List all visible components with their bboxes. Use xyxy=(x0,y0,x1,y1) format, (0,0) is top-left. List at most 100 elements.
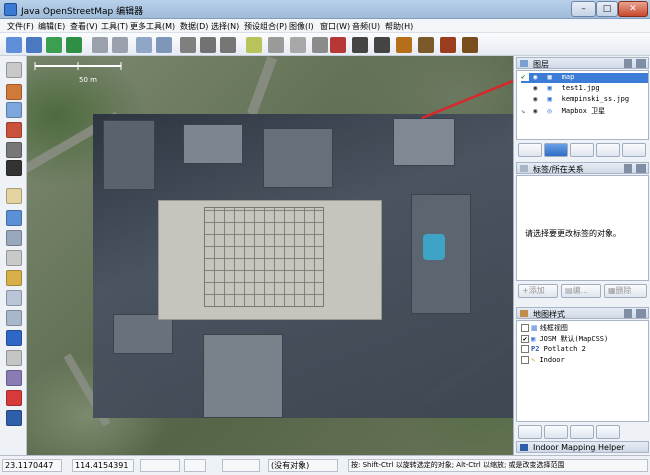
menu-tools[interactable]: 工具(T) xyxy=(101,21,128,32)
minimize-button[interactable]: – xyxy=(571,1,596,17)
layer-row-map[interactable]: ✔ ◉ ▦ map xyxy=(521,73,648,83)
barrier-preset-icon[interactable] xyxy=(290,37,306,53)
combine-way-icon[interactable] xyxy=(200,37,216,53)
validation-icon[interactable] xyxy=(6,330,22,346)
style-row-potlatch[interactable]: P2 Potlatch 2 xyxy=(521,345,648,355)
relation-list-icon[interactable] xyxy=(6,230,22,246)
parking-preset-icon[interactable] xyxy=(330,37,346,53)
user-list-icon[interactable] xyxy=(6,270,22,286)
layer-row-mapbox[interactable]: ↘ ◉ ◎ Mapbox 卫星 xyxy=(521,106,648,116)
menu-file[interactable]: 文件(F) xyxy=(7,21,34,32)
zoom-to-data-icon[interactable] xyxy=(156,37,172,53)
delete-tag-button[interactable]: ▦删除 xyxy=(604,284,647,298)
history-icon[interactable] xyxy=(6,290,22,306)
styles-panel-header[interactable]: 地图样式 xyxy=(516,307,649,319)
upload-icon[interactable] xyxy=(66,37,82,53)
edit-tag-button[interactable]: ▤编... xyxy=(561,284,601,298)
indoor-helper-title: Indoor Mapping Helper xyxy=(533,443,625,452)
selection-list-icon[interactable] xyxy=(6,250,22,266)
restaurant-preset-icon[interactable] xyxy=(418,37,434,53)
indoor-helper-icon[interactable] xyxy=(6,410,22,426)
maximize-button[interactable]: □ xyxy=(596,1,618,17)
menu-edit[interactable]: 编辑(E) xyxy=(38,21,65,32)
split-way-icon[interactable] xyxy=(180,37,196,53)
add-tag-button[interactable]: +添加 xyxy=(518,284,558,298)
style-row-josm-default[interactable]: ✔ ▣ JOSM 默认(MapCSS) xyxy=(521,334,648,344)
warning-preset-icon[interactable] xyxy=(396,37,412,53)
railway-preset-icon[interactable] xyxy=(312,37,328,53)
style-down-icon[interactable] xyxy=(570,425,594,439)
delete-layer-icon[interactable] xyxy=(622,143,646,157)
new-layer-icon[interactable] xyxy=(6,37,22,53)
active-layer-check-icon[interactable]: ✔ xyxy=(521,73,529,81)
car-preset-icon[interactable] xyxy=(352,37,368,53)
data-layer-icon: ▦ xyxy=(547,73,552,81)
style-menu-icon[interactable] xyxy=(596,425,620,439)
map-view[interactable]: 50 m xyxy=(27,56,513,455)
bus-preset-icon[interactable] xyxy=(374,37,390,53)
select-tool-icon[interactable] xyxy=(6,62,22,78)
preferences-icon[interactable] xyxy=(136,37,152,53)
reverse-way-icon[interactable] xyxy=(220,37,236,53)
tags-panel-header[interactable]: 标签/所在关系 xyxy=(516,162,649,174)
open-file-icon[interactable] xyxy=(26,37,42,53)
move-up-icon[interactable] xyxy=(518,143,542,157)
layer-row-kempinski[interactable]: ◉ ▣ kempinski_ss.jpg xyxy=(521,95,648,105)
floor-plan-drawing xyxy=(204,207,324,307)
style-up-icon[interactable] xyxy=(544,425,568,439)
style-row-indoor[interactable]: ✎ Indoor xyxy=(521,356,648,366)
panel-controls-icon[interactable] xyxy=(624,59,646,68)
visibility-eye-icon[interactable]: ◉ xyxy=(533,95,543,103)
undo-icon[interactable] xyxy=(92,37,108,53)
styles-icon xyxy=(520,310,528,317)
draw-tool-icon[interactable] xyxy=(6,84,22,100)
style-row-wireframe[interactable]: ▦ 线框视图 xyxy=(521,323,648,333)
extrude-tool-icon[interactable] xyxy=(6,142,22,158)
visibility-eye-icon[interactable]: ◉ xyxy=(533,84,543,92)
style-checkbox[interactable] xyxy=(521,324,529,332)
duplicate-layer-icon[interactable] xyxy=(596,143,620,157)
command-stack-icon[interactable] xyxy=(6,310,22,326)
menu-data[interactable]: 数据(D) xyxy=(180,21,208,32)
traffic-signal-preset-icon[interactable] xyxy=(268,37,284,53)
layer-row-test1[interactable]: ◉ ▣ test1.jpg xyxy=(521,84,648,94)
download-icon[interactable] xyxy=(46,37,62,53)
filter-icon[interactable] xyxy=(6,350,22,366)
toggle-tags-icon[interactable] xyxy=(6,210,22,226)
selection-name-field: (没有对象) xyxy=(268,459,338,472)
redo-icon[interactable] xyxy=(112,37,128,53)
menu-audio[interactable]: 音频(U) xyxy=(352,21,380,32)
menu-selection[interactable]: 选择(N) xyxy=(211,21,239,32)
highway-preset-icon[interactable] xyxy=(246,37,262,53)
more-tools-chevron-icon[interactable] xyxy=(6,160,22,176)
panel-controls-icon[interactable] xyxy=(624,164,646,173)
map-paint-styles-icon[interactable] xyxy=(6,370,22,386)
menu-view[interactable]: 查看(V) xyxy=(70,21,98,32)
layers-panel-header[interactable]: 图层 xyxy=(516,57,649,69)
move-layer-icon[interactable]: ↘ xyxy=(521,107,529,115)
historic-preset-icon[interactable] xyxy=(440,37,456,53)
panel-controls-icon[interactable] xyxy=(624,309,646,318)
menu-windows[interactable]: 窗口(W) xyxy=(320,21,350,32)
menu-imagery[interactable]: 图像(I) xyxy=(289,21,314,32)
menu-more-tools[interactable]: 更多工具(M) xyxy=(130,21,175,32)
delete-tool-icon[interactable] xyxy=(6,122,22,138)
close-button[interactable]: ✕ xyxy=(618,1,648,17)
toggle-notes-icon[interactable] xyxy=(6,188,22,204)
style-checkbox[interactable] xyxy=(521,345,529,353)
gps-marker-icon[interactable] xyxy=(6,390,22,406)
zoom-tool-icon[interactable] xyxy=(6,102,22,118)
indoor-helper-panel-header[interactable]: Indoor Mapping Helper xyxy=(516,441,649,453)
menu-presets[interactable]: 预设组合(P) xyxy=(244,21,287,32)
style-checkbox[interactable] xyxy=(521,356,529,364)
merge-layer-icon[interactable] xyxy=(570,143,594,157)
activate-style-icon[interactable] xyxy=(518,425,542,439)
menu-help[interactable]: 帮助(H) xyxy=(385,21,413,32)
image-layer-icon: ▣ xyxy=(547,84,552,92)
move-down-icon[interactable] xyxy=(544,143,568,157)
style-checkbox-checked[interactable]: ✔ xyxy=(521,335,529,343)
visibility-eye-icon[interactable]: ◉ xyxy=(533,73,543,81)
visibility-eye-icon[interactable]: ◉ xyxy=(533,107,543,115)
map-mode-toolbar xyxy=(0,56,27,455)
industrial-preset-icon[interactable] xyxy=(462,37,478,53)
